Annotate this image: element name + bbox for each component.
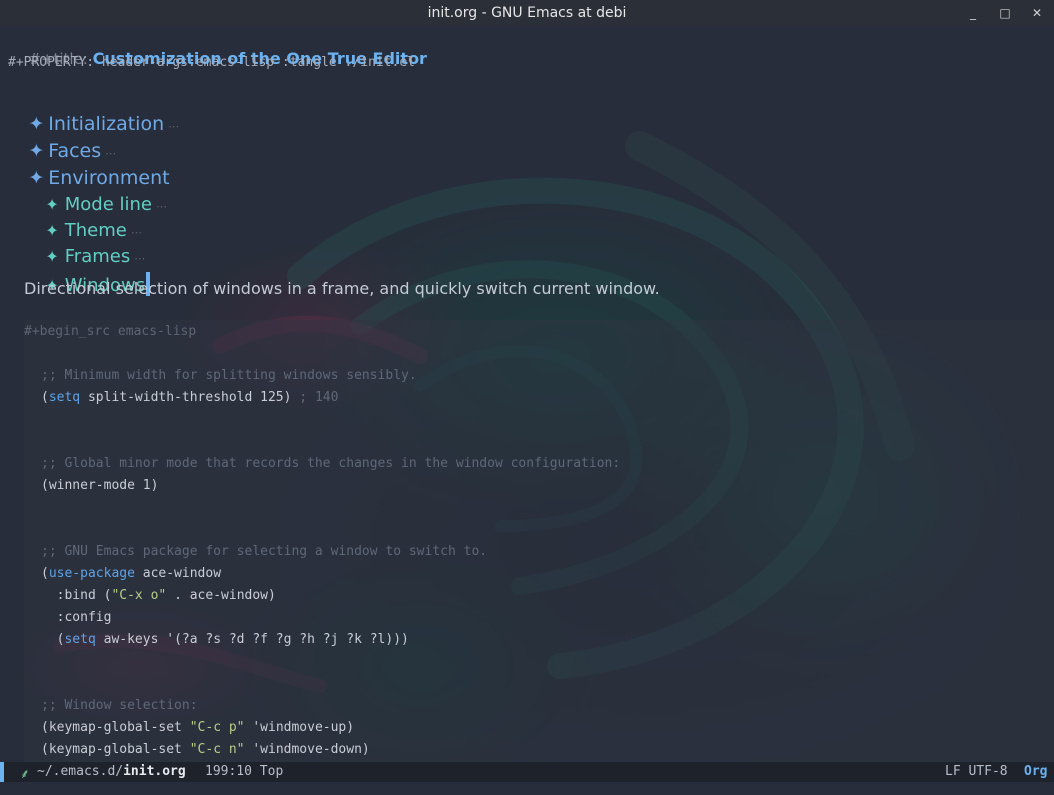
maximize-button[interactable]: □	[998, 0, 1012, 26]
code-comment[interactable]: ;; Global minor mode that records the ch…	[41, 456, 620, 471]
code-line[interactable]: (use-package ace-window	[41, 566, 221, 581]
code-line[interactable]: (keymap-global-set "C-c p" 'windmove-up)	[41, 720, 354, 735]
minimize-button[interactable]: _	[966, 0, 980, 26]
code-text: (	[41, 390, 49, 405]
code-string: "C-c p"	[189, 720, 245, 735]
code-text: (keymap-global-set	[41, 720, 190, 735]
code-keyword: setq	[48, 390, 81, 405]
mode-line[interactable]: ⸙ ~/.emacs.d/init.org 199:10 Top LF UTF-…	[0, 762, 1054, 782]
code-text: (keymap-global-set	[41, 742, 190, 757]
fold-ellipsis-icon[interactable]: ⋯	[168, 120, 179, 133]
code-comment[interactable]: ;; GNU Emacs package for selecting a win…	[41, 544, 487, 559]
code-line[interactable]: (winner-mode 1)	[41, 478, 158, 493]
code-string: "C-x o"	[111, 588, 167, 603]
code-text: . ace-window)	[166, 588, 276, 603]
buffer-name: init.org	[123, 764, 186, 779]
code-line[interactable]: (keymap-global-set "C-c n" 'windmove-dow…	[41, 742, 370, 757]
code-comment: ; 140	[299, 390, 339, 405]
code-text: aw-keys '(?a ?s ?d ?f ?g ?h ?j ?k ?l)))	[95, 632, 409, 647]
code-line[interactable]: (setq split-width-threshold 125) ; 140	[41, 390, 338, 405]
major-mode-indicator[interactable]: Org	[1024, 764, 1047, 779]
cursor-position: 199:10 Top	[205, 764, 284, 779]
source-block[interactable]	[24, 320, 1054, 762]
window-titlebar[interactable]: init.org - GNU Emacs at debi _ □ ✕	[0, 0, 1054, 26]
code-text: (	[41, 566, 49, 581]
code-line[interactable]: :bind ("C-x o" . ace-window)	[41, 588, 276, 603]
code-line[interactable]: (setq aw-keys '(?a ?s ?d ?f ?g ?h ?j ?k …	[41, 632, 409, 647]
code-comment[interactable]: ;; Window selection:	[41, 698, 198, 713]
section-paragraph[interactable]: Directional selection of windows in a fr…	[24, 279, 660, 298]
code-text: 'windmove-down)	[244, 742, 370, 757]
code-string: "C-c n"	[189, 742, 245, 757]
code-text: (	[41, 632, 65, 647]
code-text: split-width-threshold 125)	[80, 390, 300, 405]
window-title: init.org - GNU Emacs at debi	[427, 5, 627, 21]
fold-ellipsis-icon[interactable]: ⋯	[156, 200, 167, 213]
property-line[interactable]: #+PROPERTY: header-args:emacs-lisp :tang…	[8, 55, 415, 70]
echo-area[interactable]	[0, 782, 1054, 795]
window-controls: _ □ ✕	[966, 0, 1044, 26]
code-text: :bind (	[41, 588, 112, 603]
code-keyword: use-package	[48, 566, 135, 581]
encoding-indicator[interactable]: LF UTF-8	[945, 764, 1008, 779]
code-line[interactable]: :config	[41, 610, 112, 625]
close-button[interactable]: ✕	[1030, 0, 1044, 26]
code-text: 'windmove-up)	[244, 720, 355, 735]
editor-buffer[interactable]: #+title: Customization of the One True E…	[0, 26, 1054, 762]
code-comment[interactable]: ;; Minimum width for splitting windows s…	[41, 368, 417, 383]
code-text: ace-window	[134, 566, 222, 581]
src-begin-line[interactable]: #+begin_src emacs-lisp	[24, 324, 196, 339]
code-keyword: setq	[64, 632, 96, 647]
org-mode-icon: ⸙	[20, 767, 30, 782]
active-window-indicator	[0, 762, 4, 782]
path-prefix: ~/.emacs.d/	[37, 764, 124, 779]
buffer-file-path[interactable]: ~/.emacs.d/init.org	[37, 764, 186, 779]
